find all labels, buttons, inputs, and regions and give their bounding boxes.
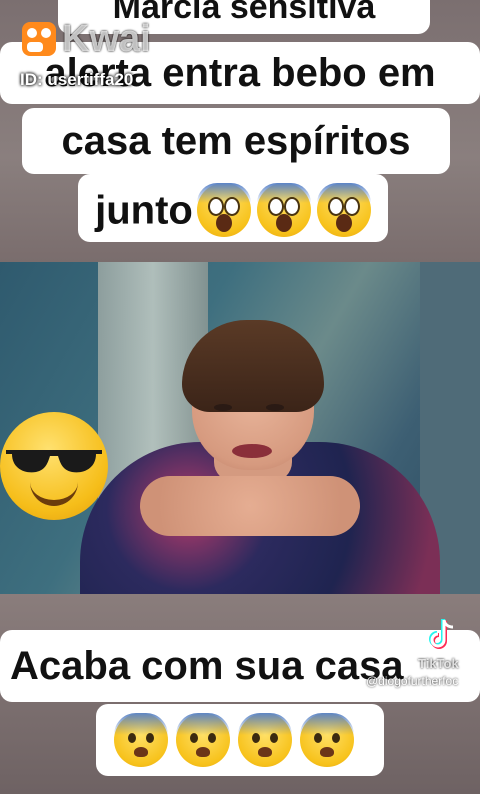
tiktok-watermark: TikTok bbox=[418, 656, 459, 671]
woman-mouth bbox=[232, 444, 272, 458]
woman-hands bbox=[140, 476, 360, 536]
caption-bottom-emoji-line bbox=[96, 704, 384, 776]
caption-line-3: casa tem espíritos bbox=[22, 108, 450, 174]
hushed-worried-face-icon bbox=[176, 713, 230, 767]
kwai-logo-icon bbox=[22, 22, 56, 56]
worried-emoji-group bbox=[114, 713, 354, 767]
hushed-worried-face-icon bbox=[300, 713, 354, 767]
hushed-worried-face-icon bbox=[114, 713, 168, 767]
smiling-face-with-sunglasses-icon bbox=[0, 412, 108, 520]
woman-left-eye bbox=[214, 404, 232, 411]
tiktok-logo-icon bbox=[429, 619, 454, 649]
woman-right-eye bbox=[266, 404, 284, 411]
tiktok-username: @diogofurtherfoc bbox=[366, 674, 459, 688]
face-screaming-in-fear-icon bbox=[256, 183, 311, 238]
face-screaming-in-fear-icon bbox=[316, 183, 371, 238]
caption-line-4: junto bbox=[78, 174, 388, 242]
scream-emoji-group bbox=[196, 183, 371, 238]
smile-mouth bbox=[30, 482, 78, 506]
face-screaming-in-fear-icon bbox=[196, 183, 251, 238]
kwai-watermark: Kwai bbox=[62, 18, 151, 60]
caption-line-4-text: junto bbox=[95, 188, 193, 233]
hushed-worried-face-icon bbox=[238, 713, 292, 767]
sunglasses-icon bbox=[6, 450, 102, 473]
caption-bottom-line-1: Acaba com sua casa bbox=[0, 630, 480, 702]
kwai-user-id: ID: usertiffa20 bbox=[20, 70, 134, 89]
